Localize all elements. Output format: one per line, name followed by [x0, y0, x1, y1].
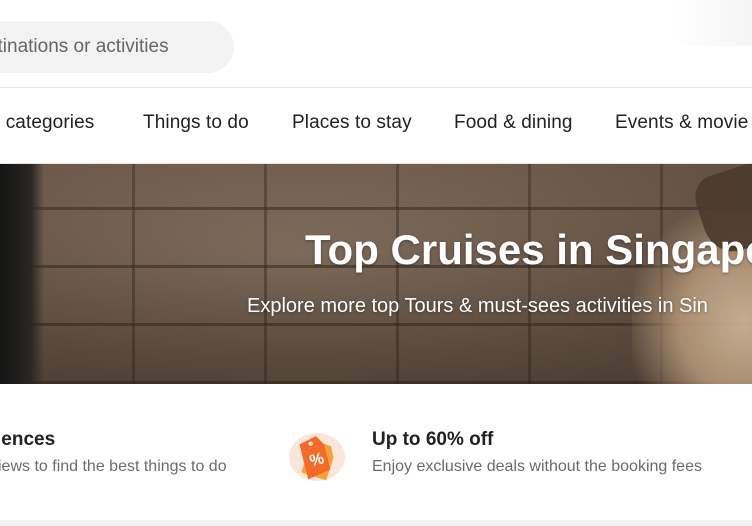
- nav-item-all-categories[interactable]: l categories: [0, 112, 94, 134]
- page: stinations or activities l categories Th…: [0, 0, 752, 526]
- feature-reviews-description: iews to find the best things to do: [0, 458, 227, 475]
- nav-item-food-dining[interactable]: Food & dining: [454, 112, 573, 134]
- section-divider: [0, 520, 752, 526]
- hero-title: Top Cruises in Singapor: [305, 226, 752, 273]
- feature-deals-description: Enjoy exclusive deals without the bookin…: [372, 458, 702, 475]
- nav-item-events-movies[interactable]: Events & movie: [615, 112, 748, 134]
- header-right-shade: [672, 0, 752, 46]
- hero-shadow: [0, 164, 44, 384]
- hero-subtitle: Explore more top Tours & must-sees activ…: [247, 295, 708, 317]
- nav-item-places-to-stay[interactable]: Places to stay: [292, 112, 412, 134]
- features-strip: iences iews to find the best things to d…: [0, 384, 752, 520]
- category-nav: l categories Things to do Places to stay…: [0, 88, 752, 164]
- hero-banner[interactable]: Top Cruises in Singapor Explore more top…: [0, 164, 752, 384]
- search-placeholder: stinations or activities: [0, 36, 169, 57]
- header: stinations or activities: [0, 0, 752, 88]
- discount-tag-icon: %: [287, 427, 347, 483]
- search-input[interactable]: stinations or activities: [0, 21, 234, 73]
- feature-reviews-title: iences: [0, 429, 56, 450]
- feature-deals-title: Up to 60% off: [372, 429, 494, 450]
- nav-item-things-to-do[interactable]: Things to do: [143, 112, 249, 134]
